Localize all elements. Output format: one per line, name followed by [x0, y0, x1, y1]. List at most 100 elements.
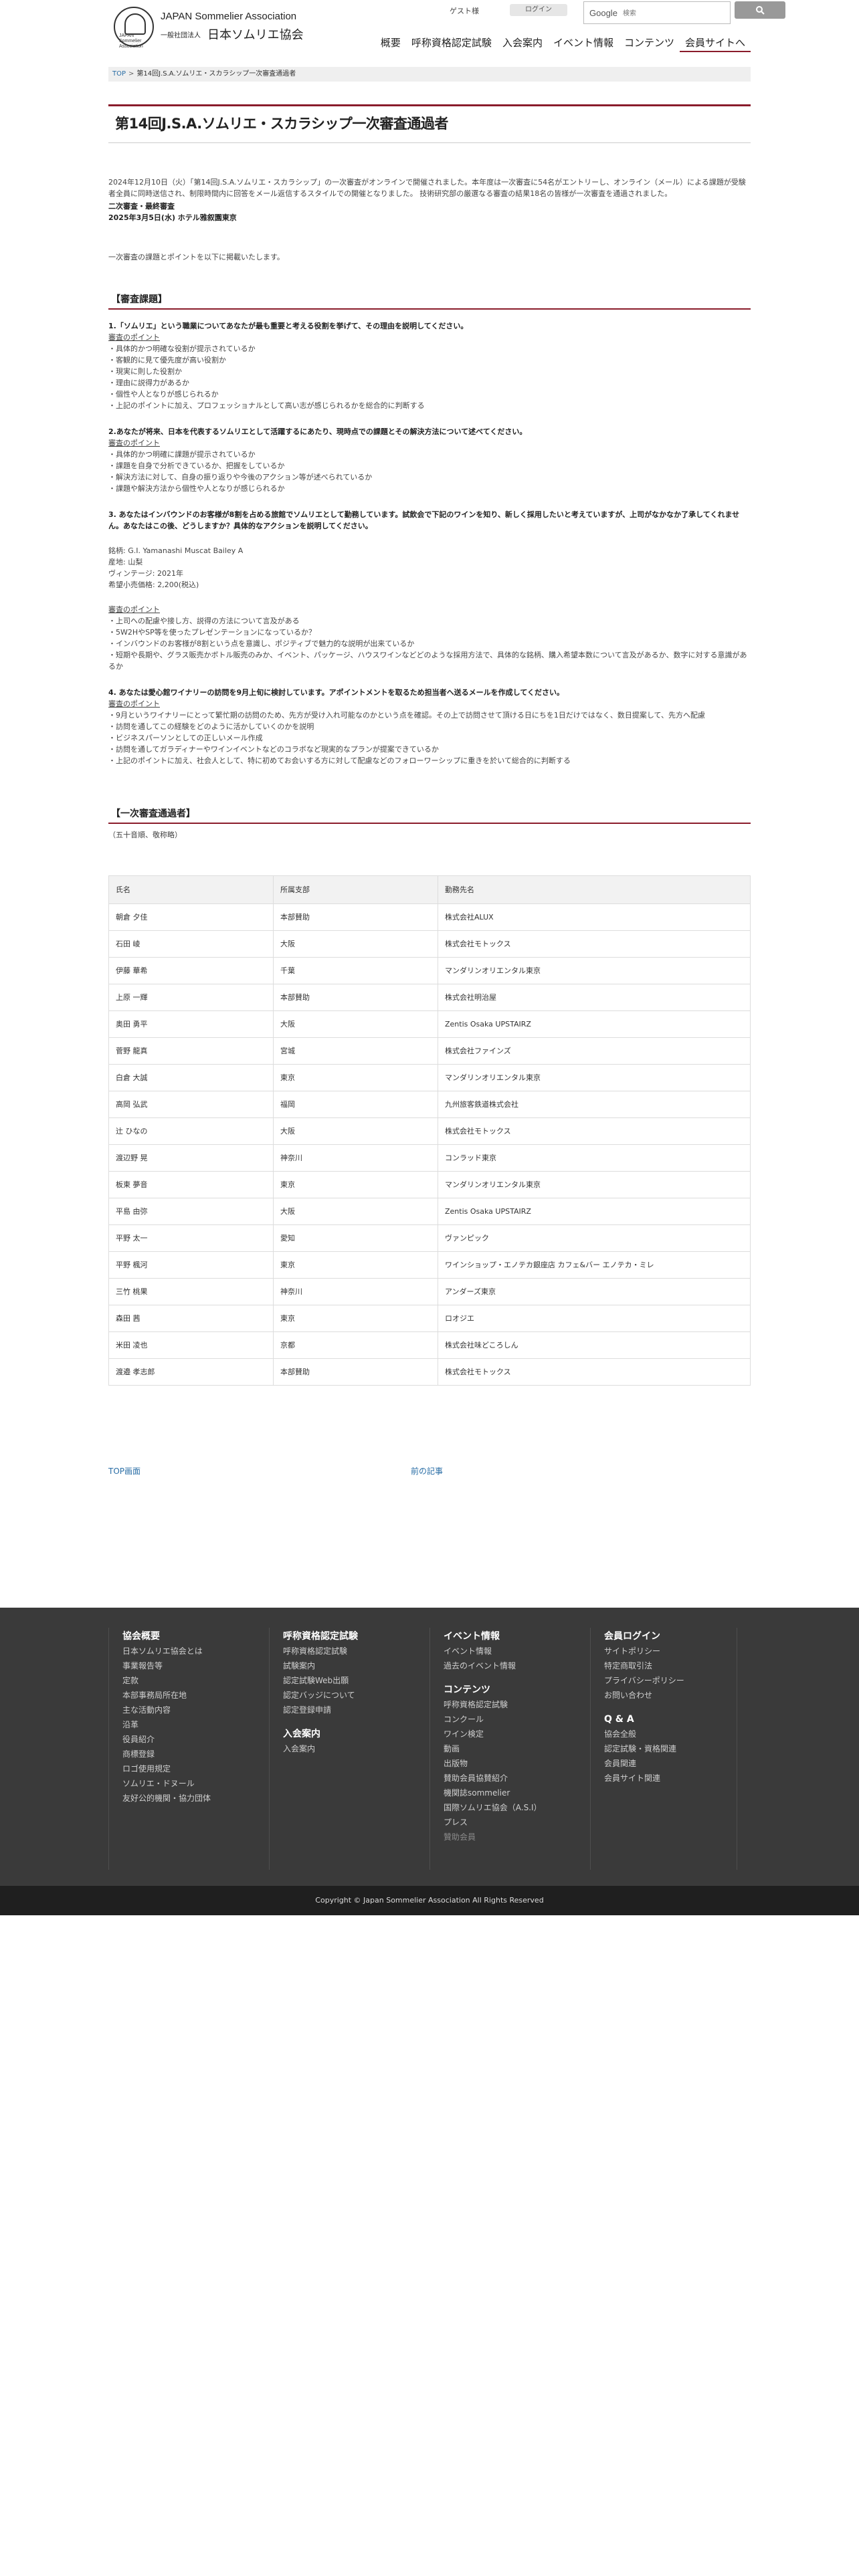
footer-link[interactable]: 日本ソムリエ協会とは	[122, 1644, 256, 1658]
table-row: 渡邉 孝志郎 本部賛助 株式会社モトックス	[108, 1358, 751, 1386]
cell-name: 白倉 大誠	[108, 1064, 274, 1091]
table-row: 米田 凌也 京都 株式会社味どころしん	[108, 1331, 751, 1359]
footer-link[interactable]: 会員サイト関連	[604, 1771, 737, 1786]
footer-link[interactable]: プライバシーポリシー	[604, 1673, 737, 1688]
footer-link[interactable]: ソムリエ・ドヌール	[122, 1776, 256, 1791]
breadcrumb-top-link[interactable]: TOP	[112, 70, 126, 78]
footer-link[interactable]: 協会全般	[604, 1727, 737, 1741]
question-1-title: 1.「ソムリエ」という職業についてあなたが最も重要と考える役割を挙げて、その理由…	[108, 322, 468, 330]
footer-link[interactable]: 主な活動内容	[122, 1703, 256, 1717]
nav-contents[interactable]: コンテンツ	[619, 33, 680, 52]
footer-link[interactable]: 認定バッジについて	[283, 1688, 416, 1703]
footer-link[interactable]: 認定試験・資格関連	[604, 1741, 737, 1756]
footer-heading[interactable]: Q & A	[604, 1712, 737, 1727]
footer-link[interactable]: ロゴ使用規定	[122, 1761, 256, 1776]
nav-event-info[interactable]: イベント情報	[548, 33, 619, 52]
footer-col-about: 協会概要 日本ソムリエ協会とは 事業報告等 定款 本部事務局所在地 主な活動内容 沿革 役員紹…	[108, 1628, 256, 1870]
table-row: 石田 崚大阪 株式会社モトックス	[108, 930, 751, 958]
footer-link[interactable]: 入会案内	[283, 1741, 416, 1756]
footer-link[interactable]: 沿革	[122, 1717, 256, 1732]
cell-branch: 大阪	[273, 1117, 438, 1145]
cell-workplace: Zentis Osaka UPSTAIRZ	[438, 1010, 751, 1038]
header-workplace: 勤務先名	[438, 875, 751, 904]
footer-heading[interactable]: コンテンツ	[444, 1683, 577, 1697]
second-exam-title: 二次審査・最終審査	[108, 202, 175, 211]
page-title-box: 第14回J.S.A.ソムリエ・スカラシップ一次審査通過者	[108, 104, 751, 143]
table-row: 平野 楓河 東京 ワインショップ・エノテカ銀座店 カフェ&バー エノテカ・ミレ	[108, 1251, 751, 1279]
footer-link[interactable]: 出版物	[444, 1756, 577, 1771]
footer-heading[interactable]: 呼称資格認定試験	[283, 1629, 416, 1644]
nav-overview[interactable]: 概要	[375, 33, 406, 52]
footer-link[interactable]: サイトポリシー	[604, 1644, 737, 1658]
cell-name: 三竹 桃果	[108, 1278, 274, 1305]
footer-link[interactable]: 認定登録申請	[283, 1703, 416, 1717]
cell-workplace: ワインショップ・エノテカ銀座店 カフェ&バー エノテカ・ミレ	[438, 1251, 751, 1279]
question-1-point-label: 審査のポイント	[108, 333, 160, 342]
footer-link[interactable]: 定款	[122, 1673, 256, 1688]
footer-gap	[604, 1703, 737, 1711]
cell-branch: 本部賛助	[273, 984, 438, 1011]
search-icon	[756, 6, 765, 15]
wine-price: 希望小売価格: 2,200(税込)	[108, 580, 199, 589]
cell-workplace: コンラッド東京	[438, 1144, 751, 1172]
q1-point: ・個性や人となりが感じられるか	[108, 390, 219, 399]
footer-link[interactable]: お問い合わせ	[604, 1688, 737, 1703]
footer-link[interactable]: 贊助会員	[444, 1830, 577, 1844]
footer-link[interactable]: 機関誌sommelier	[444, 1786, 577, 1800]
footer-link[interactable]: 呼称資格認定試験	[283, 1644, 416, 1658]
footer-link[interactable]: 会員関連	[604, 1756, 737, 1771]
table-row: 上原 一輝 本部賛助 株式会社明治屋	[108, 984, 751, 1011]
top-page-link[interactable]: TOP画面	[108, 1466, 140, 1477]
nav-membership-info[interactable]: 入会案内	[497, 33, 548, 52]
footer-link[interactable]: 過去のイベント情報	[444, 1658, 577, 1673]
footer-link[interactable]: コンクール	[444, 1712, 577, 1727]
search-input[interactable]	[623, 7, 723, 19]
q4-point: ・ビジネスパーソンとしての正しいメール作成	[108, 734, 263, 742]
cell-workplace: 株式会社明治屋	[438, 984, 751, 1011]
wine-origin: 産地: 山梨	[108, 558, 143, 566]
cell-branch: 東京	[273, 1305, 438, 1332]
search-box[interactable]: Google	[583, 1, 731, 24]
footer-link[interactable]: 賛助会員協賛紹介	[444, 1771, 577, 1786]
passers-table-body: 朝倉 夕佳 本部賛助 株式会社ALUX 石田 崚大阪 株式会社モトックス 伊藤 華希 千葉マ…	[108, 903, 751, 1386]
footer-heading[interactable]: 協会概要	[122, 1629, 256, 1644]
nav-certification-exam[interactable]: 呼称資格認定試験	[406, 33, 497, 52]
q1-point: ・現実に則した役割か	[108, 367, 182, 376]
footer-link[interactable]: 役員紹介	[122, 1732, 256, 1747]
cell-name: 平島 由弥	[108, 1198, 274, 1225]
footer-link[interactable]: 事業報告等	[122, 1658, 256, 1673]
footer-heading[interactable]: イベント情報	[444, 1629, 577, 1644]
breadcrumb-current: 第14回J.S.A.ソムリエ・スカラシップ一次審査通過者	[136, 70, 296, 78]
footer-link[interactable]: ワイン検定	[444, 1727, 577, 1741]
table-row: 高岡 弘武 福岡 九州旅客鉄道株式会社	[108, 1091, 751, 1118]
footer-link[interactable]: 本部事務局所在地	[122, 1688, 256, 1703]
footer-link[interactable]: 試験案内	[283, 1658, 416, 1673]
footer-link[interactable]: 国際ソムリエ協会（A.S.I）	[444, 1800, 577, 1815]
cell-branch: 本部賛助	[273, 1358, 438, 1386]
footer-heading[interactable]: 入会案内	[283, 1727, 416, 1741]
footer-link[interactable]: イベント情報	[444, 1644, 577, 1658]
footer-link[interactable]: 商標登録	[122, 1747, 256, 1761]
footer-heading[interactable]: 会員ログイン	[604, 1629, 737, 1644]
cell-workplace: マンダリンオリエンタル東京	[438, 1064, 751, 1091]
table-row: 辻 ひなの 大阪 株式会社モトックス	[108, 1117, 751, 1145]
q1-point: ・上記のポイントに加え、プロフェッショナルとして高い志が感じられるかを総合的に判…	[108, 401, 425, 410]
prev-article-link[interactable]: 前の記事	[411, 1466, 443, 1477]
footer-link[interactable]: プレス	[444, 1815, 577, 1830]
site-logo[interactable]: JAPAN Sommelier Association JAPAN Sommel…	[114, 7, 314, 49]
footer-link[interactable]: 友好公的機関・協力団体	[122, 1791, 256, 1806]
search-button[interactable]	[735, 1, 785, 19]
cell-name: 辻 ひなの	[108, 1117, 274, 1145]
guest-label: ゲスト様	[450, 7, 479, 15]
footer-link[interactable]: 認定試験Web出願	[283, 1673, 416, 1688]
passers-note: （五十音順、敬称略）	[108, 831, 182, 839]
cell-name: 朝倉 夕佳	[108, 903, 274, 931]
cell-workplace: 株式会社モトックス	[438, 930, 751, 958]
q3-point: ・インバウンドのお客様が8割という点を意識し、ポジティブで魅力的な説明が出来てい…	[108, 639, 415, 648]
nav-member-site[interactable]: 会員サイトへ	[679, 33, 751, 52]
footer-link[interactable]: 呼称資格認定試験	[444, 1697, 577, 1712]
association-emblem-icon: JAPAN Sommelier Association	[114, 7, 154, 49]
login-button[interactable]: ログイン	[510, 4, 567, 16]
footer-link[interactable]: 特定商取引法	[604, 1658, 737, 1673]
footer-link[interactable]: 動画	[444, 1741, 577, 1756]
